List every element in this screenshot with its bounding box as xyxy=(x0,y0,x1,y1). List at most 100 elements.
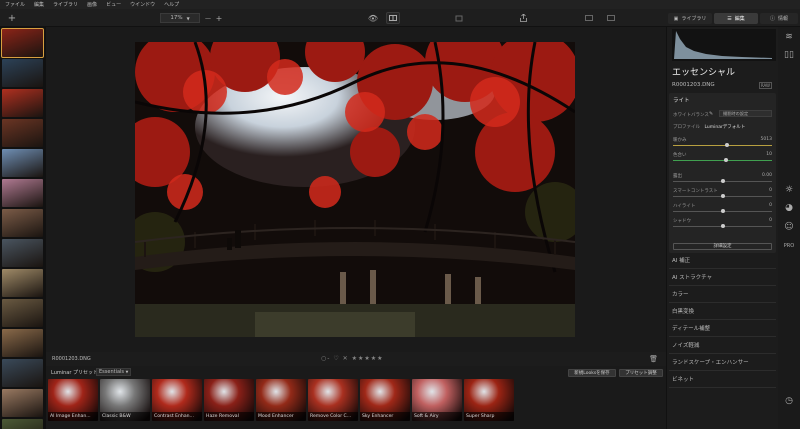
preset-row: AI Image Enhan... Classic B&W Contrast Enh… xyxy=(48,379,514,421)
star-rating[interactable]: ★★★★★ xyxy=(352,355,384,362)
slider-value[interactable]: 5013 xyxy=(761,137,772,142)
filmstrip-thumb[interactable] xyxy=(2,269,43,297)
heart-icon[interactable]: ♡ xyxy=(333,355,339,362)
sun-icon[interactable]: ☼ xyxy=(783,184,795,196)
zoom-in-button[interactable]: + xyxy=(214,12,224,24)
slider-track[interactable] xyxy=(673,224,772,228)
filmstrip-thumb[interactable] xyxy=(2,389,43,417)
trash-icon[interactable]: 🗑 xyxy=(649,355,658,363)
rating-bar: ○- ♡ ✕ ★★★★★ xyxy=(321,355,384,362)
slider-value[interactable]: 0 xyxy=(769,188,772,193)
advanced-settings-button[interactable]: 詳細設定 xyxy=(673,243,772,250)
flag-selector[interactable]: ○- xyxy=(321,355,330,362)
slider-value[interactable]: 0 xyxy=(769,203,772,208)
filmstrip-thumb[interactable] xyxy=(2,299,43,327)
filmstrip-thumb[interactable] xyxy=(2,59,43,87)
tool-item[interactable]: ランドスケープ・エンハンサー xyxy=(672,358,749,366)
crop-icon[interactable] xyxy=(452,12,466,24)
preset-thumbnail[interactable]: Soft & Airy xyxy=(412,379,462,421)
tool-item[interactable]: カラー xyxy=(672,290,689,298)
preset-thumbnail[interactable]: Sky Enhancer xyxy=(360,379,410,421)
eyedropper-icon[interactable]: ✎ xyxy=(709,111,713,117)
edit-panel: エッセンシャル R0001203.DNG RAW ライト ホワイトバランス ✎ … xyxy=(666,27,778,429)
slider-knob[interactable] xyxy=(724,158,729,162)
filmstrip-thumb[interactable] xyxy=(2,239,43,267)
filmstrip-thumb[interactable] xyxy=(2,119,43,147)
slider-knob[interactable] xyxy=(725,143,730,147)
single-view-icon[interactable] xyxy=(582,12,596,24)
filmstrip-thumb[interactable] xyxy=(2,149,43,177)
filmstrip-thumb[interactable] xyxy=(2,359,43,387)
slider-label: スマートコントラスト xyxy=(673,189,718,194)
adjust-preset-button[interactable]: プリセット調整 xyxy=(619,369,663,377)
tool-item[interactable]: ビネット xyxy=(672,375,694,383)
smiley-icon[interactable]: ☺ xyxy=(783,221,795,233)
light-heading[interactable]: ライト xyxy=(673,96,690,104)
presets-title: Luminar プリセット xyxy=(51,370,99,376)
filmstrip-thumb[interactable] xyxy=(2,329,43,357)
filmstrip-thumb[interactable] xyxy=(2,419,43,429)
preset-thumbnail[interactable]: AI Image Enhan... xyxy=(48,379,98,421)
preset-category-select[interactable]: Essentials ▼ xyxy=(96,368,132,376)
tool-item[interactable]: ノイズ軽減 xyxy=(672,341,699,349)
palette-icon[interactable]: ◕ xyxy=(783,202,795,214)
tool-item[interactable]: AI 補正 xyxy=(672,256,690,264)
current-filename: R0001203.DNG xyxy=(52,356,91,362)
preset-thumbnail[interactable]: Super Sharp xyxy=(464,379,514,421)
eye-icon[interactable]: 👁 xyxy=(366,12,380,24)
filmstrip-thumb[interactable] xyxy=(1,28,44,58)
preset-label: Classic B&W xyxy=(100,412,150,421)
preset-thumbnail[interactable]: Classic B&W xyxy=(100,379,150,421)
wb-select[interactable]: 撮影時の設定 xyxy=(719,110,772,117)
menu-library[interactable]: ライブラリ xyxy=(53,1,78,8)
slider-knob[interactable] xyxy=(720,194,725,198)
slider-knob[interactable] xyxy=(720,224,725,228)
menu-bar: ファイル 編集 ライブラリ 画像 ビュー ウインドウ ヘルプ xyxy=(0,0,800,9)
slider-knob[interactable] xyxy=(720,179,725,183)
slider-track[interactable] xyxy=(673,158,772,162)
preset-thumbnail[interactable]: Haze Removal xyxy=(204,379,254,421)
slider-track[interactable] xyxy=(673,143,772,147)
share-icon[interactable] xyxy=(516,12,530,24)
slider-track[interactable] xyxy=(673,179,772,183)
menu-image[interactable]: 画像 xyxy=(87,1,97,8)
preset-thumbnail[interactable]: Remove Color C... xyxy=(308,379,358,421)
main-photo[interactable] xyxy=(135,42,575,337)
compare-icon[interactable]: ▯▯ xyxy=(783,49,795,61)
zoom-select[interactable]: 17% ▼ xyxy=(160,13,200,23)
slider-value[interactable]: 10 xyxy=(766,152,772,157)
add-images-button[interactable]: + xyxy=(6,12,18,24)
layers-icon[interactable]: ≋ xyxy=(783,31,795,43)
tool-item[interactable]: 白黒変換 xyxy=(672,307,694,315)
grid-view-icon[interactable] xyxy=(604,12,618,24)
history-icon[interactable]: ◷ xyxy=(783,395,795,407)
save-looks-button[interactable]: 新規Looksを保存 xyxy=(568,369,616,377)
filmstrip-thumb[interactable] xyxy=(2,89,43,117)
preset-thumbnail[interactable]: Mood Enhancer xyxy=(256,379,306,421)
menu-window[interactable]: ウインドウ xyxy=(130,1,155,8)
tab-info[interactable]: ⓘ 情報 xyxy=(760,13,798,24)
image-viewer xyxy=(46,27,666,352)
profile-value[interactable]: Luminarデフォルト xyxy=(704,125,745,130)
filmstrip-thumb[interactable] xyxy=(2,209,43,237)
tab-edit[interactable]: ☰ 編集 xyxy=(714,13,758,24)
slider-value[interactable]: 0.00 xyxy=(762,173,772,178)
zoom-out-button[interactable]: — xyxy=(203,12,213,24)
menu-help[interactable]: ヘルプ xyxy=(164,1,179,8)
slider-knob[interactable] xyxy=(720,209,725,213)
menu-file[interactable]: ファイル xyxy=(5,1,25,8)
menu-edit[interactable]: 編集 xyxy=(34,1,44,8)
reject-icon[interactable]: ✕ xyxy=(343,355,349,362)
compare-view-button[interactable] xyxy=(386,12,400,24)
preset-thumbnail[interactable]: Contrast Enhan... xyxy=(152,379,202,421)
tool-item[interactable]: ディテール補整 xyxy=(672,324,710,332)
tab-library[interactable]: ▣ ライブラリ xyxy=(668,13,712,24)
pro-icon[interactable]: PRO xyxy=(783,240,795,252)
slider-track[interactable] xyxy=(673,194,772,198)
menu-view[interactable]: ビュー xyxy=(106,1,121,8)
tool-item[interactable]: AI ストラクチャ xyxy=(672,273,712,281)
slider-track[interactable] xyxy=(673,209,772,213)
slider-value[interactable]: 0 xyxy=(769,218,772,223)
presets-panel: Luminar プリセット Essentials ▼ 新規Looksを保存 プリ… xyxy=(46,366,666,429)
filmstrip-thumb[interactable] xyxy=(2,179,43,207)
